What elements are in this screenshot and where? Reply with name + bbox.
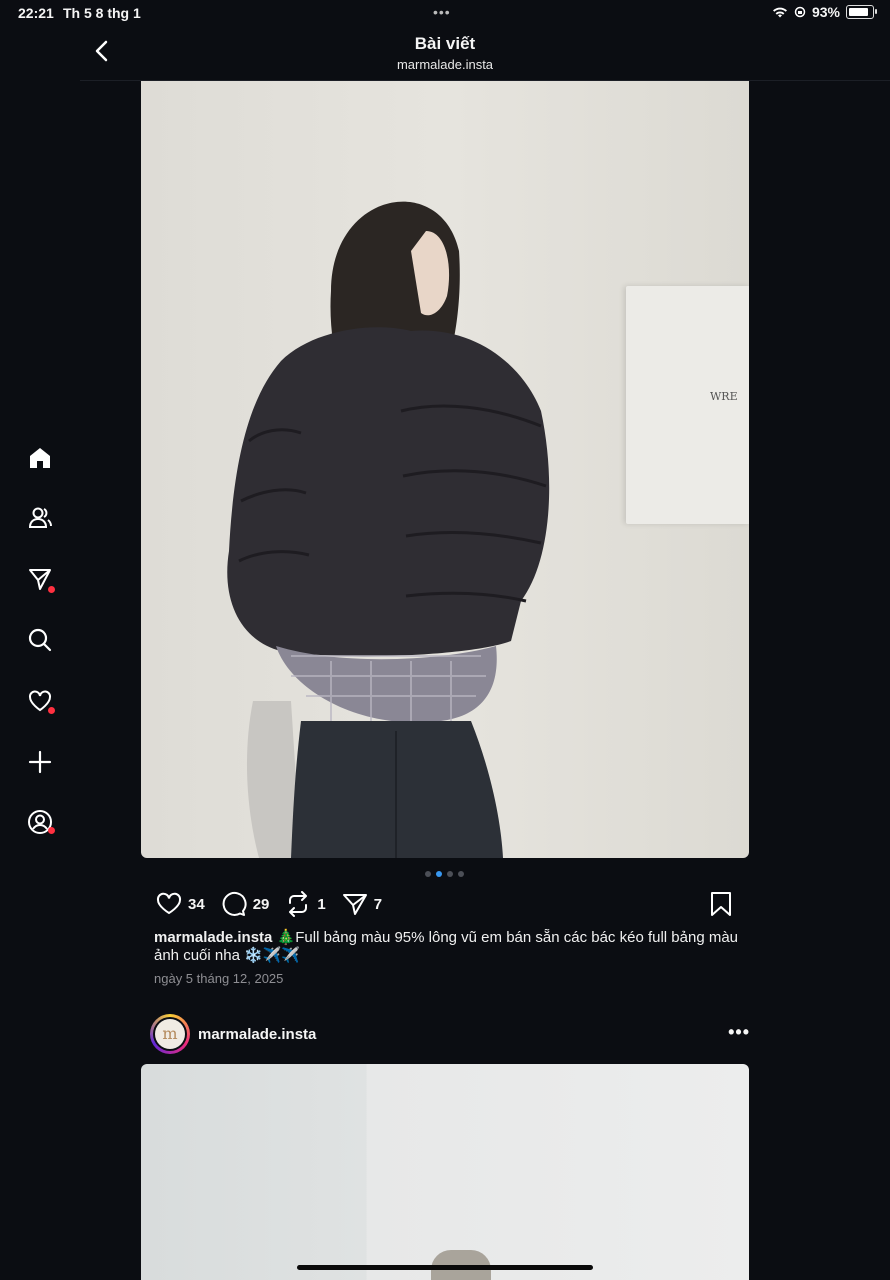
carousel-dot <box>458 871 464 877</box>
carousel-dot <box>447 871 453 877</box>
nav-following[interactable] <box>24 502 56 534</box>
heart-icon <box>156 892 182 915</box>
wifi-icon <box>772 7 787 18</box>
wall-frame: WRE <box>626 286 749 524</box>
post-caption: marmalade.insta 🎄Full bảng màu 95% lông … <box>154 929 744 965</box>
comment-icon <box>222 891 247 916</box>
comment-count: 29 <box>252 895 270 913</box>
repost-button[interactable]: 1 <box>285 891 326 917</box>
frame-logo: WRE <box>710 390 738 403</box>
battery-percent: 93% <box>811 4 840 20</box>
bookmark-icon <box>711 892 731 916</box>
plus-icon <box>28 750 52 774</box>
share-count: 7 <box>373 895 383 913</box>
nav-profile[interactable] <box>24 806 56 838</box>
save-button[interactable] <box>708 890 734 918</box>
carousel-dot-active <box>436 871 442 877</box>
like-button[interactable]: 34 <box>156 892 205 916</box>
battery-icon <box>846 5 877 19</box>
multitasking-dots-icon[interactable]: ••• <box>433 4 451 20</box>
page-subtitle[interactable]: marmalade.insta <box>80 57 810 72</box>
page-title: Bài viết <box>414 34 476 53</box>
notification-dot <box>48 707 55 714</box>
search-icon <box>28 628 52 652</box>
people-icon <box>28 507 52 528</box>
page-header: Bài viết marmalade.insta <box>80 26 890 81</box>
next-post-header: m marmalade.insta ••• <box>150 1014 750 1056</box>
orientation-lock-icon <box>794 6 806 18</box>
share-button[interactable]: 7 <box>342 891 382 917</box>
nav-create[interactable] <box>24 746 56 778</box>
carousel-dot <box>425 871 431 877</box>
avatar-image: m <box>155 1019 185 1049</box>
send-icon <box>342 894 367 915</box>
notification-dot <box>48 586 55 593</box>
avatar[interactable]: m <box>150 1014 190 1054</box>
post-actions: 34 29 1 7 <box>156 890 398 918</box>
like-count: 34 <box>188 895 205 913</box>
status-right: 93% <box>772 4 877 20</box>
home-indicator[interactable] <box>297 1265 593 1270</box>
notification-dot <box>48 827 55 834</box>
repost-count: 1 <box>317 895 326 913</box>
post-date: ngày 5 tháng 12, 2025 <box>154 971 284 986</box>
post-image[interactable]: WRE <box>141 81 749 858</box>
carousel-indicator <box>425 871 464 877</box>
nav-home[interactable] <box>24 442 56 474</box>
nav-search[interactable] <box>24 624 56 656</box>
comment-button[interactable]: 29 <box>221 891 270 917</box>
nav-activity[interactable] <box>24 685 56 717</box>
caption-username[interactable]: marmalade.insta <box>154 929 272 946</box>
next-post-username[interactable]: marmalade.insta <box>198 1026 316 1043</box>
home-icon <box>30 448 50 468</box>
more-options-icon[interactable]: ••• <box>728 1022 750 1043</box>
next-post-image[interactable] <box>141 1064 749 1280</box>
sidebar <box>0 0 80 1280</box>
nav-direct[interactable] <box>24 563 56 595</box>
repost-icon <box>289 891 308 917</box>
status-bar: 22:21 Th 5 8 thg 1 ••• 93% <box>0 0 890 26</box>
